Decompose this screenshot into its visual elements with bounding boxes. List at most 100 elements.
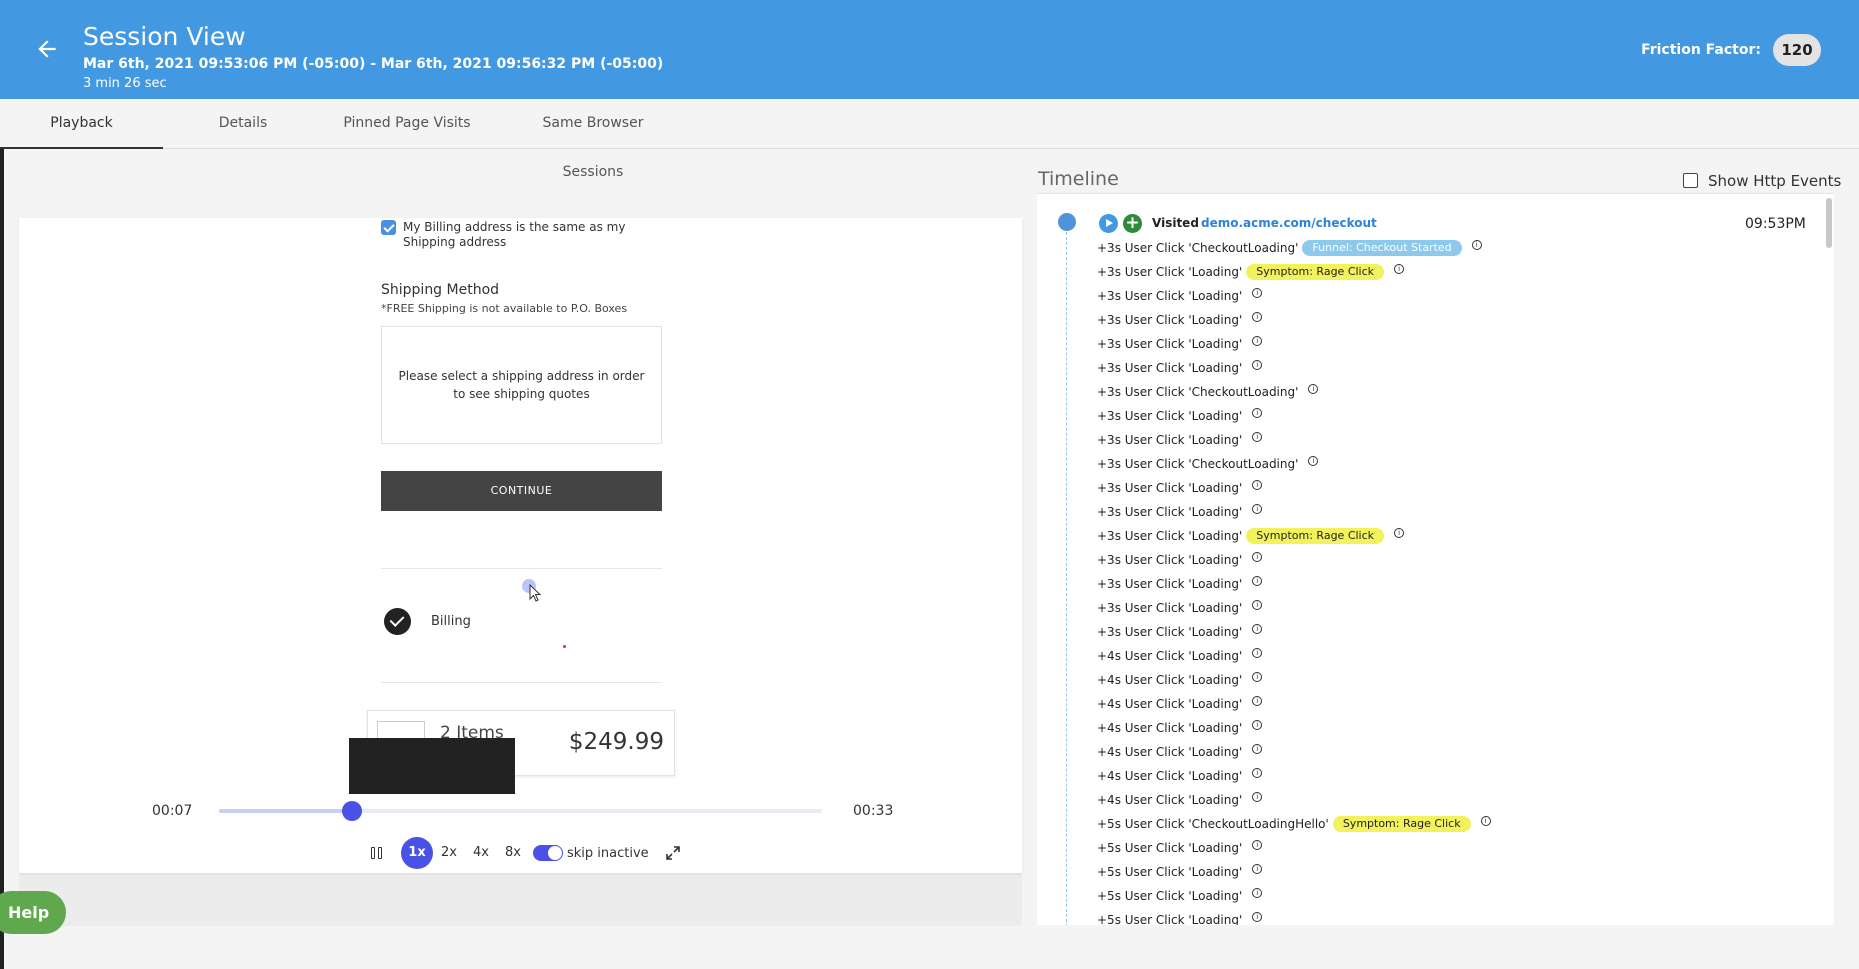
info-icon[interactable]: i: [1480, 816, 1491, 826]
info-icon[interactable]: i: [1252, 768, 1263, 778]
skip-inactive-toggle[interactable]: [533, 845, 563, 861]
info-icon[interactable]: i: [1252, 696, 1263, 706]
event-text: +4s User Click 'Loading': [1097, 673, 1243, 687]
visited-url-link[interactable]: demo.acme.com/checkout: [1201, 216, 1377, 230]
pin-page-icon[interactable]: +: [1123, 214, 1142, 233]
timeline-event[interactable]: +5s User Click 'Loading' i: [1097, 860, 1737, 884]
timeline-event[interactable]: +4s User Click 'Loading' i: [1097, 644, 1737, 668]
scrubber-handle[interactable]: [341, 801, 362, 821]
event-text: +3s User Click 'Loading': [1097, 529, 1243, 543]
timeline-event[interactable]: +3s User Click 'Loading' i: [1097, 308, 1737, 332]
tab-pinned-page-visits[interactable]: Pinned Page Visits: [340, 99, 474, 149]
info-icon[interactable]: i: [1252, 912, 1263, 922]
info-icon[interactable]: i: [1308, 384, 1319, 394]
event-text: +4s User Click 'Loading': [1097, 697, 1243, 711]
info-icon[interactable]: i: [1252, 408, 1263, 418]
speed-2x-button[interactable]: 2x: [433, 837, 465, 869]
timeline-event[interactable]: +3s User Click 'Loading' i: [1097, 548, 1737, 572]
funnel-badge: Funnel: Checkout Started: [1302, 240, 1462, 256]
timeline-event[interactable]: +3s User Click 'CheckoutLoading' Funnel: …: [1097, 236, 1737, 260]
info-icon[interactable]: i: [1252, 360, 1263, 370]
info-icon[interactable]: i: [1252, 552, 1263, 562]
divider: [381, 682, 662, 683]
pause-icon[interactable]: [371, 846, 385, 860]
timeline-event[interactable]: +3s User Click 'Loading' Symptom: Rage Cl…: [1097, 260, 1737, 284]
event-text: +5s User Click 'Loading': [1097, 841, 1243, 855]
info-icon[interactable]: i: [1252, 720, 1263, 730]
tab-details[interactable]: Details: [200, 99, 286, 149]
continue-button[interactable]: CONTINUE: [381, 471, 662, 511]
speed-1x-button[interactable]: 1x: [401, 837, 433, 869]
tab-same-browser-sessions[interactable]: Same Browser Sessions: [512, 99, 674, 180]
info-icon[interactable]: i: [1252, 864, 1263, 874]
play-from-here-icon[interactable]: [1099, 214, 1118, 233]
billing-label: Billing: [431, 614, 471, 629]
click-marker: [563, 645, 566, 648]
timeline-event[interactable]: +5s User Click 'Loading' i: [1097, 884, 1737, 908]
timeline-event[interactable]: +3s User Click 'Loading' i: [1097, 332, 1737, 356]
billing-same-option[interactable]: My Billing address is the same as my Shi…: [381, 220, 671, 250]
info-icon[interactable]: i: [1471, 240, 1482, 250]
info-icon[interactable]: i: [1252, 744, 1263, 754]
info-icon[interactable]: i: [1394, 528, 1405, 538]
speed-8x-button[interactable]: 8x: [497, 837, 529, 869]
info-icon[interactable]: i: [1252, 480, 1263, 490]
timeline-event[interactable]: +3s User Click 'CheckoutLoading' i: [1097, 380, 1737, 404]
speed-4x-button[interactable]: 4x: [465, 837, 497, 869]
info-icon[interactable]: i: [1252, 792, 1263, 802]
timeline-event[interactable]: +3s User Click 'Loading' i: [1097, 284, 1737, 308]
timeline-scrollbar[interactable]: [1826, 198, 1832, 248]
timeline-event[interactable]: +3s User Click 'Loading' Symptom: Rage Cl…: [1097, 524, 1737, 548]
info-icon[interactable]: i: [1252, 432, 1263, 442]
timeline-event[interactable]: +3s User Click 'Loading' i: [1097, 620, 1737, 644]
timeline-event[interactable]: +5s User Click 'Loading' i: [1097, 836, 1737, 860]
timeline-event[interactable]: +3s User Click 'Loading' i: [1097, 428, 1737, 452]
info-icon[interactable]: i: [1394, 264, 1405, 274]
info-icon[interactable]: i: [1252, 624, 1263, 634]
timeline-event[interactable]: +3s User Click 'Loading' i: [1097, 596, 1737, 620]
event-text: +4s User Click 'Loading': [1097, 769, 1243, 783]
info-icon[interactable]: i: [1252, 648, 1263, 658]
info-icon[interactable]: i: [1308, 456, 1319, 466]
visit-time: 09:53PM: [1745, 216, 1806, 232]
symptom-badge: Symptom: Rage Click: [1246, 528, 1385, 544]
show-http-events-checkbox[interactable]: [1683, 173, 1698, 188]
timeline-event[interactable]: +4s User Click 'Loading' i: [1097, 740, 1737, 764]
event-text: +3s User Click 'Loading': [1097, 409, 1243, 423]
info-icon[interactable]: i: [1252, 504, 1263, 514]
help-button[interactable]: Help: [0, 891, 66, 934]
event-text: +3s User Click 'Loading': [1097, 361, 1243, 375]
timeline-event[interactable]: +4s User Click 'Loading' i: [1097, 764, 1737, 788]
info-icon[interactable]: i: [1252, 288, 1263, 298]
timeline-event[interactable]: +4s User Click 'Loading' i: [1097, 668, 1737, 692]
timeline-event[interactable]: +4s User Click 'Loading' i: [1097, 692, 1737, 716]
info-icon[interactable]: i: [1252, 336, 1263, 346]
timeline-event[interactable]: +4s User Click 'Loading' i: [1097, 716, 1737, 740]
timeline-event[interactable]: +3s User Click 'Loading' i: [1097, 572, 1737, 596]
fullscreen-icon[interactable]: [665, 845, 681, 861]
timeline-event[interactable]: +3s User Click 'Loading' i: [1097, 500, 1737, 524]
info-icon[interactable]: i: [1252, 576, 1263, 586]
friction-factor-badge: 120: [1773, 34, 1821, 66]
timeline-event[interactable]: +4s User Click 'Loading' i: [1097, 788, 1737, 812]
timeline-event[interactable]: +3s User Click 'Loading' i: [1097, 356, 1737, 380]
timeline-event[interactable]: +3s User Click 'Loading' i: [1097, 476, 1737, 500]
info-icon[interactable]: i: [1252, 888, 1263, 898]
timeline-event[interactable]: +3s User Click 'CheckoutLoading' i: [1097, 452, 1737, 476]
playback-scrubber[interactable]: [219, 801, 822, 821]
back-arrow-icon[interactable]: [34, 36, 60, 62]
timeline-event[interactable]: +5s User Click 'CheckoutLoadingHello' Sym…: [1097, 812, 1737, 836]
event-text: +5s User Click 'Loading': [1097, 865, 1243, 879]
timeline-event[interactable]: +3s User Click 'Loading' i: [1097, 404, 1737, 428]
timeline-connector: [1066, 232, 1067, 925]
info-icon[interactable]: i: [1252, 312, 1263, 322]
event-text: +3s User Click 'Loading': [1097, 313, 1243, 327]
info-icon[interactable]: i: [1252, 600, 1263, 610]
timeline-event[interactable]: +5s User Click 'Loading' i: [1097, 908, 1737, 925]
tab-playback[interactable]: Playback: [0, 99, 163, 149]
billing-same-checkbox[interactable]: [381, 220, 396, 235]
page-visit-dot: [1058, 213, 1076, 231]
info-icon[interactable]: i: [1252, 672, 1263, 682]
info-icon[interactable]: i: [1252, 840, 1263, 850]
session-header: Session View Mar 6th, 2021 09:53:06 PM (…: [0, 0, 1859, 99]
